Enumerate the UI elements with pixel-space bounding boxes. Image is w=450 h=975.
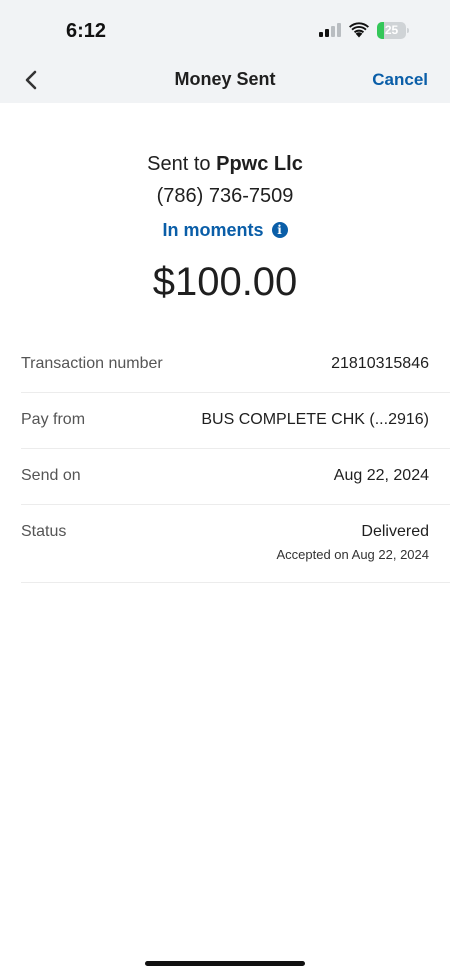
detail-label: Send on	[21, 467, 81, 484]
info-icon[interactable]: i	[271, 222, 288, 238]
recipient-line: Sent to Ppwc Llc	[0, 150, 450, 178]
delivery-timing: In moments i	[0, 216, 450, 244]
detail-value: Aug 22, 2024	[333, 467, 429, 484]
detail-label: Transaction number	[21, 355, 163, 372]
sent-to-label: Sent to	[147, 153, 211, 175]
detail-row-send-on: Send on Aug 22, 2024	[21, 449, 450, 505]
status-bar: 6:12 25	[0, 0, 450, 58]
detail-value: 21810315846	[331, 355, 429, 372]
status-value: Delivered	[361, 523, 429, 540]
cellular-signal-icon	[319, 23, 343, 37]
cancel-button[interactable]: Cancel	[372, 70, 428, 90]
amount: $100.00	[152, 260, 298, 304]
detail-label: Pay from	[21, 411, 86, 428]
nav-bar: Money Sent Cancel	[0, 58, 450, 103]
detail-row-status: Status Delivered Accepted on Aug 22, 202…	[21, 505, 450, 583]
detail-row-pay-from: Pay from BUS COMPLETE CHK (...2916)	[21, 393, 450, 449]
wifi-icon	[349, 22, 369, 38]
battery-percent: 25	[384, 23, 399, 37]
status-subtext: Accepted on Aug 22, 2024	[276, 547, 429, 562]
detail-label: Status	[21, 523, 67, 540]
battery-icon: 25	[377, 22, 409, 39]
detail-row-transaction-number: Transaction number 21810315846	[21, 337, 450, 393]
recipient-name: Ppwc Llc	[216, 153, 303, 175]
delivery-timing-label: In moments	[162, 220, 264, 240]
transaction-details: Transaction number 21810315846 Pay from …	[21, 337, 450, 583]
status-time: 6:12	[66, 20, 107, 42]
home-indicator[interactable]	[145, 961, 305, 966]
recipient-phone: (786) 736-7509	[156, 185, 294, 207]
detail-value: BUS COMPLETE CHK (...2916)	[201, 411, 429, 428]
payment-summary: Sent to Ppwc Llc (786) 736-7509 In momen…	[0, 150, 450, 310]
